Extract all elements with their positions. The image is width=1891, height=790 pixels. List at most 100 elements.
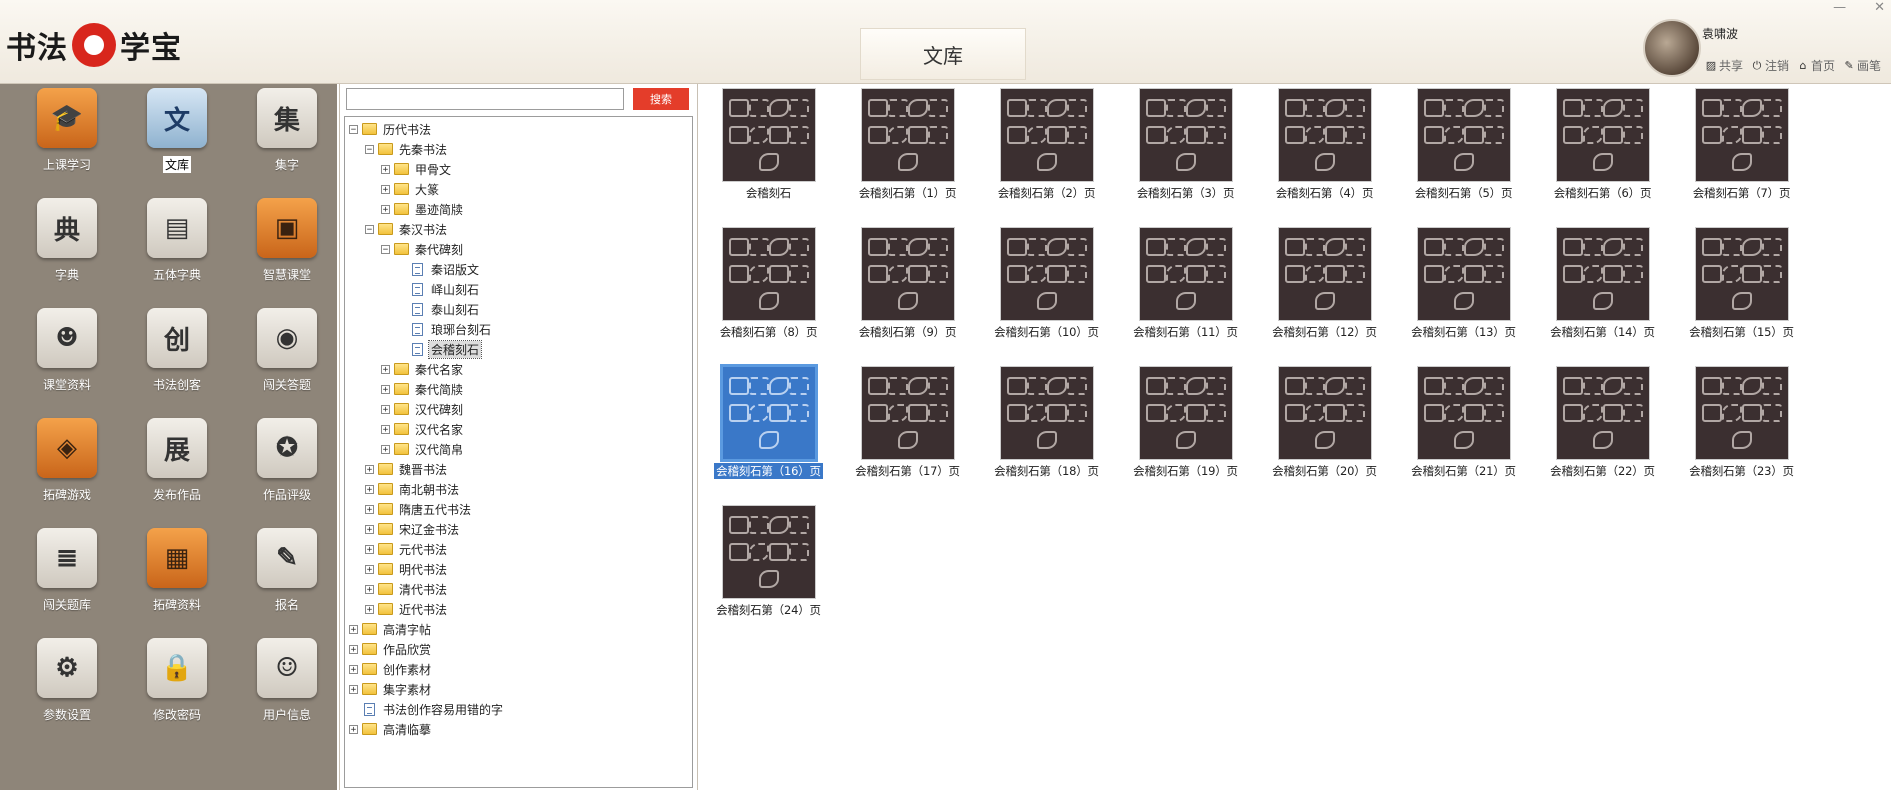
header-link-3[interactable]: ✎ 画笔 [1843,57,1881,74]
expand-icon[interactable]: + [365,484,374,494]
search-button[interactable]: 搜索 [633,88,689,110]
tree-node[interactable]: + 近代书法 [365,599,449,619]
nav-item-8[interactable]: ◉ 闯关答题 [232,308,342,418]
page-thumbnail[interactable]: 会稽刻石第（4）页 [1255,89,1394,223]
page-thumbnail[interactable]: 会稽刻石第（3）页 [1116,89,1255,223]
page-thumbnail[interactable]: 会稽刻石第（11）页 [1116,228,1255,362]
tree-node[interactable]: + 大篆 [381,179,441,199]
tree-node[interactable]: + 元代书法 [365,539,449,559]
page-thumbnail[interactable]: 会稽刻石第（5）页 [1394,89,1533,223]
page-thumbnail[interactable]: 会稽刻石第（2）页 [977,89,1116,223]
avatar[interactable] [1643,19,1701,77]
expand-icon[interactable]: + [381,404,390,414]
expand-icon[interactable]: + [365,544,374,554]
tree-node[interactable]: + 秦代名家 [381,359,465,379]
nav-item-11[interactable]: ✪ 作品评级 [232,418,342,528]
nav-item-2[interactable]: 集集字 [232,88,342,198]
page-thumbnail[interactable]: 会稽刻石第（22）页 [1533,367,1672,501]
expand-icon[interactable]: + [365,464,374,474]
tree-node[interactable]: + 秦代简牍 [381,379,465,399]
page-thumbnail[interactable]: 会稽刻石第（14）页 [1533,228,1672,362]
tree-node[interactable]: 峄山刻石 [397,279,481,299]
page-thumbnail[interactable]: 会稽刻石第（6）页 [1533,89,1672,223]
expand-icon[interactable]: + [381,424,390,434]
nav-item-14[interactable]: ✎ 报名 [232,528,342,638]
nav-item-4[interactable]: ▤ 五体字典 [122,198,232,308]
page-thumbnail[interactable]: 会稽刻石第（13）页 [1394,228,1533,362]
tree-node[interactable]: + 魏晋书法 [365,459,449,479]
nav-item-5[interactable]: ▣ 智慧课堂 [232,198,342,308]
tree-node[interactable]: + 宋辽金书法 [365,519,461,539]
tree-node[interactable]: + 清代书法 [365,579,449,599]
page-thumbnail[interactable]: 会稽刻石第（20）页 [1255,367,1394,501]
nav-item-15[interactable]: ⚙ 参数设置 [12,638,122,748]
header-link-0[interactable]: ▨ 共享 [1705,57,1743,74]
expand-icon[interactable]: + [365,524,374,534]
nav-item-17[interactable]: ☺ 用户信息 [232,638,342,748]
page-thumbnail[interactable]: 会稽刻石第（17）页 [838,367,977,501]
tree-node[interactable]: + 创作素材 [349,659,433,679]
page-thumbnail[interactable]: 会稽刻石第（9）页 [838,228,977,362]
page-thumbnail[interactable]: 会稽刻石第（23）页 [1672,367,1811,501]
expand-icon[interactable]: + [365,584,374,594]
page-thumbnail[interactable]: 会稽刻石第（24）页 [699,506,838,640]
tree-node[interactable]: 泰山刻石 [397,299,481,319]
tree-node[interactable]: − 历代书法 [349,119,433,139]
header-link-2[interactable]: ⌂ 首页 [1797,57,1836,74]
expand-icon[interactable]: + [365,504,374,514]
expand-icon[interactable]: + [349,624,358,634]
page-thumbnail[interactable]: 会稽刻石第（8）页 [699,228,838,362]
nav-item-3[interactable]: 典字典 [12,198,122,308]
search-input[interactable] [346,88,624,110]
tree-node[interactable]: − 秦代碑刻 [381,239,465,259]
header-link-1[interactable]: ⏻ 注销 [1751,57,1789,74]
expand-icon[interactable]: + [381,164,390,174]
page-thumbnail[interactable]: 会稽刻石第（19）页 [1116,367,1255,501]
page-thumbnail[interactable]: 会稽刻石第（12）页 [1255,228,1394,362]
tree-node[interactable]: + 墨迹简牍 [381,199,465,219]
page-thumbnail[interactable]: 会稽刻石第（16）页 [699,367,838,501]
expand-icon[interactable]: + [365,604,374,614]
collapse-icon[interactable]: − [381,244,390,254]
page-thumbnail[interactable]: 会稽刻石 [699,89,838,223]
tree-node[interactable]: + 汉代简帛 [381,439,465,459]
tree-node[interactable]: + 隋唐五代书法 [365,499,473,519]
tree-node[interactable]: 会稽刻石 [397,339,483,359]
tree-node[interactable]: + 高清临摹 [349,719,433,739]
page-thumbnail[interactable]: 会稽刻石第（10）页 [977,228,1116,362]
page-thumbnail[interactable]: 会稽刻石第（1）页 [838,89,977,223]
tree-node[interactable]: + 汉代名家 [381,419,465,439]
tree-node[interactable]: + 高清字帖 [349,619,433,639]
nav-item-12[interactable]: ≣ 闯关题库 [12,528,122,638]
tree-node[interactable]: + 作品欣赏 [349,639,433,659]
tree-node[interactable]: + 集字素材 [349,679,433,699]
page-thumbnail[interactable]: 会稽刻石第（15）页 [1672,228,1811,362]
expand-icon[interactable]: + [381,184,390,194]
page-thumbnail[interactable]: 会稽刻石第（7）页 [1672,89,1811,223]
expand-icon[interactable]: + [381,364,390,374]
expand-icon[interactable]: + [381,444,390,454]
close-icon[interactable]: ✕ [1874,0,1885,15]
nav-item-16[interactable]: 🔒 修改密码 [122,638,232,748]
expand-icon[interactable]: + [349,724,358,734]
collapse-icon[interactable]: − [365,144,374,154]
nav-item-0[interactable]: 🎓 上课学习 [12,88,122,198]
nav-item-9[interactable]: ◈ 拓碑游戏 [12,418,122,528]
nav-item-13[interactable]: ▦ 拓碑资料 [122,528,232,638]
collapse-icon[interactable]: − [349,124,358,134]
expand-icon[interactable]: + [349,684,358,694]
tree-node[interactable]: + 甲骨文 [381,159,453,179]
expand-icon[interactable]: + [365,564,374,574]
expand-icon[interactable]: + [349,664,358,674]
collapse-icon[interactable]: − [365,224,374,234]
nav-item-1[interactable]: 文文库 [122,88,232,198]
nav-item-7[interactable]: 创书法创客 [122,308,232,418]
expand-icon[interactable]: + [349,644,358,654]
page-thumbnail[interactable]: 会稽刻石第（18）页 [977,367,1116,501]
tree-node[interactable]: 书法创作容易用错的字 [349,699,505,719]
tree-node[interactable]: + 明代书法 [365,559,449,579]
page-thumbnail[interactable]: 会稽刻石第（21）页 [1394,367,1533,501]
tree-node[interactable]: 秦诏版文 [397,259,481,279]
minimize-icon[interactable]: — [1833,0,1846,15]
tree-node[interactable]: − 先秦书法 [365,139,449,159]
